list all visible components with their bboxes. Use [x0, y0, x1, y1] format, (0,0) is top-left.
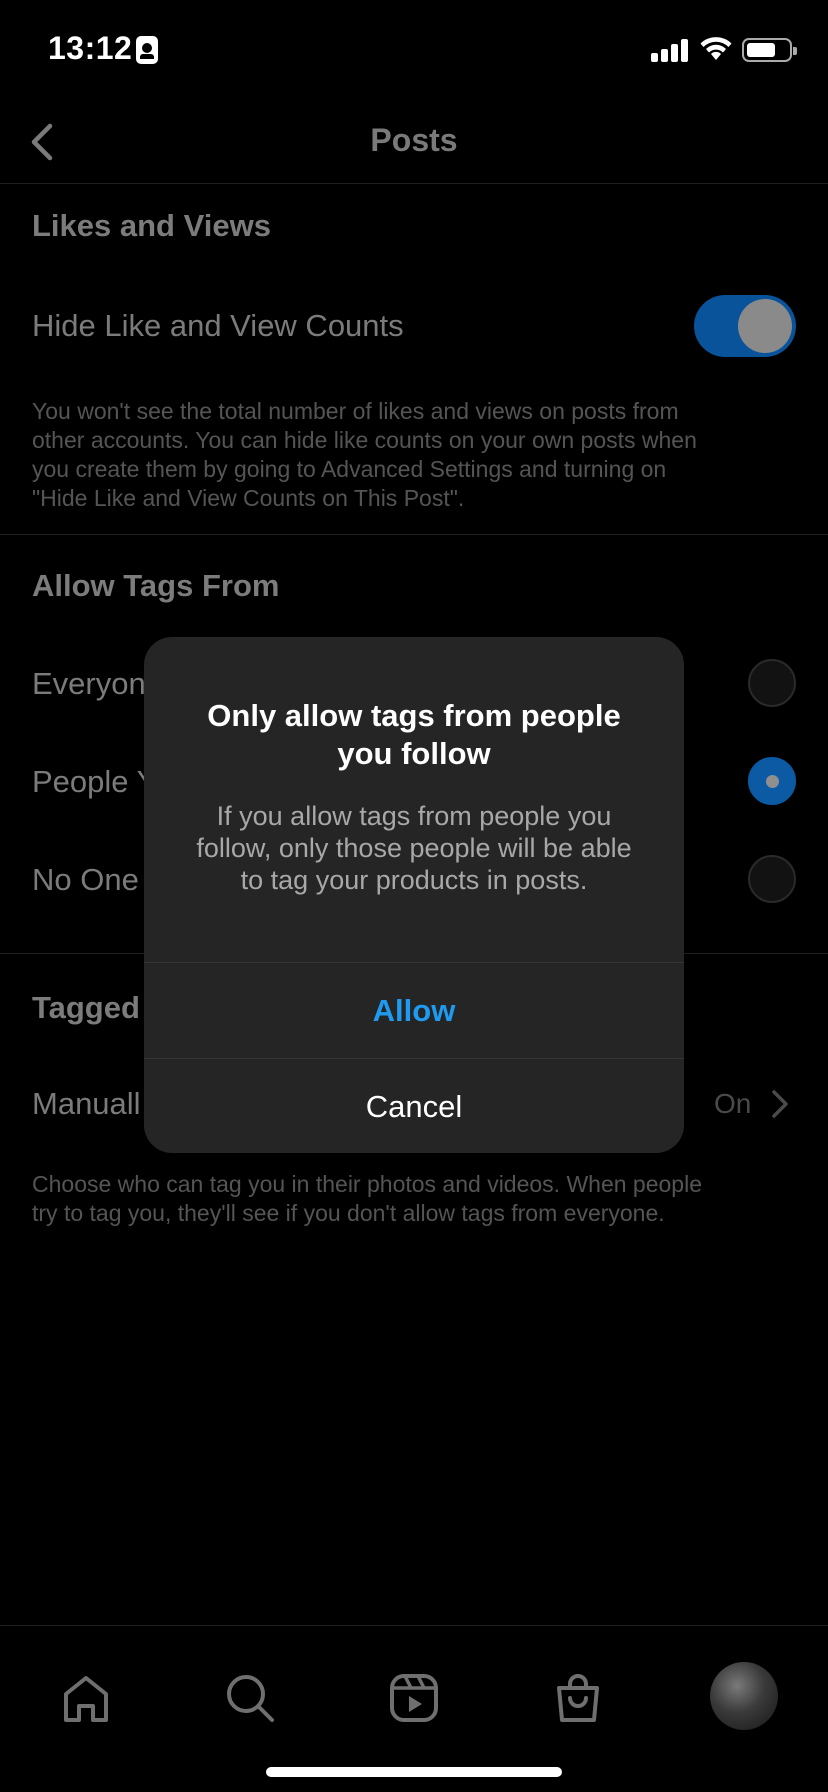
- dialog-message-line: to tag your products in posts.: [240, 865, 588, 895]
- battery-icon: [742, 38, 797, 62]
- reels-icon[interactable]: [386, 1670, 442, 1726]
- likes-description-line: you create them by going to Advanced Set…: [32, 456, 667, 482]
- option-no-one-radio[interactable]: [748, 855, 796, 903]
- manually-approve-label[interactable]: Manuall: [32, 1086, 141, 1122]
- dialog-message-line: follow, only those people will be able: [196, 833, 632, 863]
- option-everyone-label[interactable]: Everyon: [32, 666, 146, 702]
- allow-button[interactable]: Allow: [144, 963, 684, 1058]
- dialog-title-line: Only allow tags from people: [207, 698, 621, 733]
- likes-section-title: Likes and Views: [32, 208, 271, 243]
- option-people-you-follow-label[interactable]: People Y: [32, 764, 157, 800]
- nav-header: Posts: [0, 100, 828, 184]
- dialog-title: Only allow tags from people you follow: [174, 697, 654, 773]
- dialog-title-line: you follow: [337, 736, 491, 771]
- home-indicator: [266, 1767, 562, 1777]
- section-divider: [0, 534, 828, 535]
- home-icon[interactable]: [58, 1670, 114, 1726]
- likes-description: You won't see the total number of likes …: [32, 397, 792, 513]
- toggle-knob: [738, 299, 792, 353]
- tagged-section-title: Tagged: [32, 990, 140, 1025]
- likes-description-line: "Hide Like and View Counts on This Post"…: [32, 485, 465, 511]
- cellular-signal-icon: [651, 38, 691, 62]
- profile-avatar[interactable]: [710, 1662, 778, 1730]
- hide-counts-toggle[interactable]: [694, 295, 796, 357]
- manually-approve-value[interactable]: On: [714, 1088, 751, 1120]
- likes-description-line: You won't see the total number of likes …: [32, 398, 679, 424]
- option-no-one-label[interactable]: No One: [32, 862, 139, 898]
- tagged-description: Choose who can tag you in their photos a…: [32, 1170, 792, 1228]
- tagged-description-line: Choose who can tag you in their photos a…: [32, 1171, 702, 1197]
- likes-description-line: other accounts. You can hide like counts…: [32, 427, 697, 453]
- tagged-description-line: try to tag you, they'll see if you don't…: [32, 1200, 665, 1226]
- search-icon[interactable]: [222, 1670, 278, 1726]
- status-time: 13:12: [48, 30, 133, 66]
- option-everyone-radio[interactable]: [748, 659, 796, 707]
- chevron-right-icon[interactable]: [770, 1088, 790, 1120]
- status-bar: 13:12: [0, 0, 828, 100]
- dialog-message-line: If you allow tags from people you: [216, 801, 612, 831]
- cancel-button[interactable]: Cancel: [144, 1059, 684, 1154]
- wifi-icon: [700, 37, 732, 60]
- shop-icon[interactable]: [550, 1670, 606, 1726]
- dialog-message: If you allow tags from people you follow…: [174, 800, 654, 896]
- page-title: Posts: [370, 122, 458, 158]
- option-people-you-follow-radio[interactable]: [748, 757, 796, 805]
- tags-section-title: Allow Tags From: [32, 568, 280, 603]
- hide-counts-label: Hide Like and View Counts: [32, 308, 404, 343]
- contact-badge-icon: [136, 36, 158, 64]
